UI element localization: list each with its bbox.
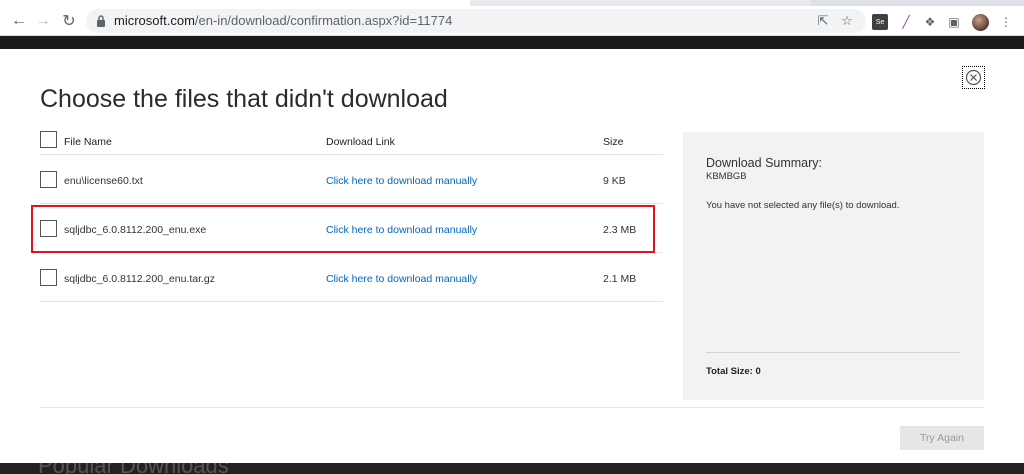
select-all-checkbox[interactable]	[40, 131, 57, 148]
reload-icon[interactable]: ↻	[58, 10, 80, 32]
highlight-box	[31, 205, 655, 253]
close-button[interactable]	[962, 66, 985, 89]
download-summary-panel: Download Summary: KBMBGB You have not se…	[683, 132, 984, 400]
share-icon[interactable]: ⇱	[814, 12, 832, 30]
file-name: sqljdbc_6.0.8112.200_enu.tar.gz	[64, 273, 216, 285]
file-checkbox[interactable]	[40, 269, 57, 286]
page-background-bottom: Popular Downloads	[0, 463, 1024, 474]
menu-kebab-icon[interactable]: ⋮	[998, 14, 1014, 30]
summary-divider	[706, 352, 960, 353]
url-text: microsoft.com/en-in/download/confirmatio…	[114, 13, 453, 28]
table-header: File Name Download Link Size	[40, 128, 663, 155]
lock-icon	[97, 15, 105, 27]
profile-avatar[interactable]	[972, 14, 989, 31]
column-size: Size	[603, 136, 624, 148]
summary-subtitle: KBMBGB	[706, 171, 747, 182]
file-checkbox[interactable]	[40, 171, 57, 188]
pen-extension-icon[interactable]: ╱	[898, 14, 914, 30]
try-again-button[interactable]: Try Again	[900, 426, 984, 450]
summary-message: You have not selected any file(s) to dow…	[706, 200, 900, 211]
back-arrow-icon[interactable]: ←	[8, 10, 30, 32]
table-row: sqljdbc_6.0.8112.200_enu.tar.gz Click he…	[40, 253, 663, 302]
table-row: enu\license60.txt Click here to download…	[40, 155, 663, 204]
column-file-name: File Name	[64, 136, 112, 148]
page-background-strip	[0, 37, 1024, 49]
selenium-extension-icon[interactable]: Se	[872, 14, 888, 30]
modal-title: Choose the files that didn't download	[40, 85, 448, 113]
puzzle-extensions-icon[interactable]: ❖	[922, 14, 938, 30]
manual-download-link[interactable]: Click here to download manually	[326, 175, 477, 187]
footer-divider	[40, 407, 984, 408]
side-panel-icon[interactable]: ▣	[946, 14, 962, 30]
summary-total-size: Total Size: 0	[706, 366, 761, 377]
address-bar[interactable]: microsoft.com/en-in/download/confirmatio…	[86, 9, 866, 33]
bookmark-star-icon[interactable]: ☆	[838, 12, 856, 30]
file-size: 9 KB	[603, 175, 626, 187]
summary-title: Download Summary:	[706, 156, 823, 170]
column-download-link: Download Link	[326, 136, 395, 148]
close-icon	[965, 69, 982, 86]
browser-toolbar: ← → ↻ microsoft.com/en-in/download/confi…	[0, 6, 1024, 36]
manual-download-link[interactable]: Click here to download manually	[326, 273, 477, 285]
file-size: 2.1 MB	[603, 273, 637, 285]
forward-arrow-icon[interactable]: →	[32, 10, 54, 32]
popular-downloads-heading: Popular Downloads	[38, 463, 229, 474]
download-modal: Choose the files that didn't download Fi…	[0, 49, 1024, 463]
file-name: enu\license60.txt	[64, 175, 143, 187]
